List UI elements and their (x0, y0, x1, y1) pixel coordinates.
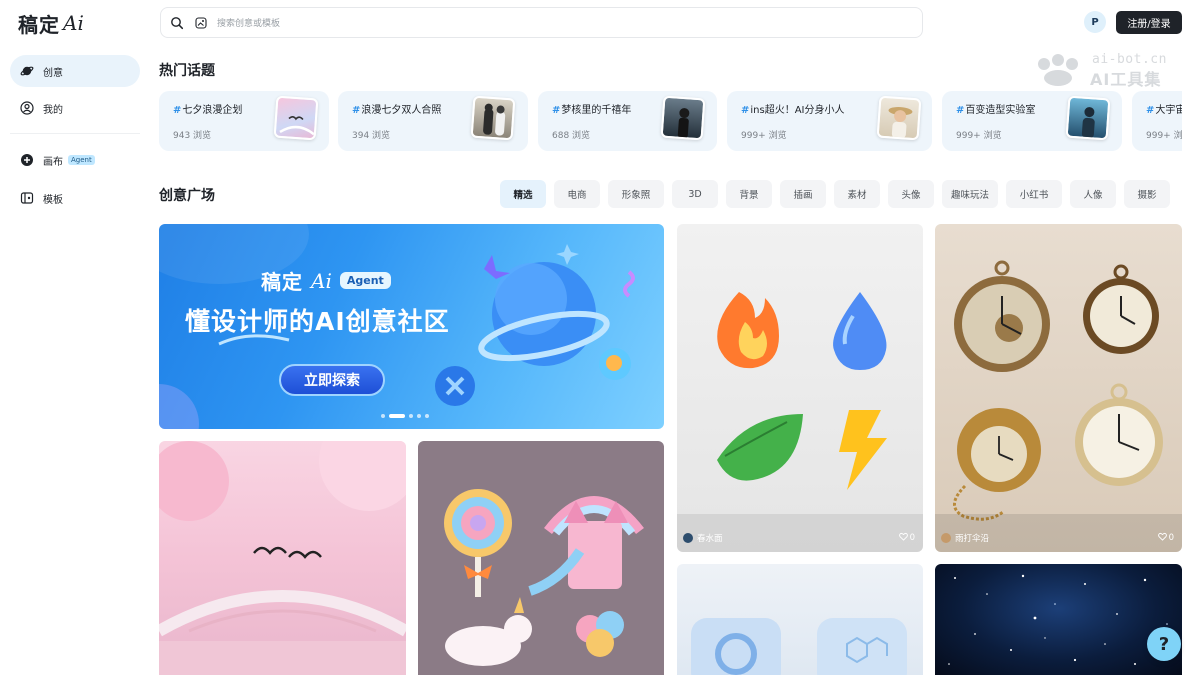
promo-banner[interactable]: 稿定 Ai Agent 懂设计师的AI创意社区 立即探索 (159, 224, 664, 429)
topic-card[interactable]: #大宇宙 999+ 浏览 (1132, 91, 1182, 151)
carousel-dot[interactable] (381, 414, 385, 418)
topic-thumbnail (1065, 95, 1111, 141)
banner-logo-text: 稿定 (261, 270, 303, 294)
gallery-image (691, 618, 907, 675)
tab-material[interactable]: 素材 (834, 180, 880, 208)
sidebar-item-templates[interactable]: 模板 (10, 182, 140, 214)
user-icon (20, 101, 34, 115)
sidebar-item-creative[interactable]: 创意 (10, 55, 140, 87)
topic-card[interactable]: #ins超火！AI分身小人 999+ 浏览 (727, 91, 932, 151)
sidebar-item-canvas[interactable]: 画布 Agent (10, 144, 140, 176)
sidebar: 稿定 Ai 创意 我的 画布 Agent 模板 (0, 0, 150, 675)
tab-people[interactable]: 人像 (1070, 180, 1116, 208)
like-button[interactable]: 0 (898, 532, 915, 544)
banner-logo-ai: Ai (311, 268, 332, 293)
sidebar-item-label: 画布 (43, 156, 63, 168)
carousel-dot[interactable] (417, 414, 421, 418)
banner-logo: 稿定 Ai Agent (261, 266, 391, 295)
gallery-card[interactable]: 春水面 0 (677, 224, 923, 552)
topic-card[interactable]: #百变造型实验室 999+ 浏览 (942, 91, 1122, 151)
search-bar[interactable] (160, 7, 923, 38)
paw-logo-icon (1038, 54, 1078, 86)
tab-illustration[interactable]: 插画 (780, 180, 826, 208)
gallery-image (948, 574, 1168, 665)
search-input[interactable] (217, 11, 922, 34)
gallery-image (159, 441, 406, 675)
card-author[interactable]: 春水面 (683, 532, 723, 544)
heart-icon (1157, 532, 1167, 544)
gallery-card[interactable] (418, 441, 664, 675)
sidebar-item-label: 我的 (43, 104, 63, 116)
gallery-card[interactable] (935, 564, 1182, 675)
plus-circle-icon (20, 153, 34, 167)
gallery-card[interactable] (677, 564, 923, 675)
hot-topics-list: #七夕浪漫企划 943 浏览 #浪漫七夕双人合照 394 浏览 #梦核里的千禧年… (159, 91, 1182, 151)
tab-portrait-photo[interactable]: 形象照 (608, 180, 664, 208)
tab-avatar[interactable]: 头像 (888, 180, 934, 208)
tab-featured[interactable]: 精选 (500, 180, 546, 208)
author-name: 雨打伞沿 (955, 534, 990, 544)
gallery-card[interactable] (159, 441, 406, 675)
app-logo[interactable]: 稿定 Ai (18, 8, 84, 38)
author-avatar (941, 533, 951, 543)
app-avatar-icon[interactable]: P (1084, 11, 1106, 33)
category-tabs: 精选 电商 形象照 3D 背景 插画 素材 头像 趣味玩法 小红书 人像 摄影 (500, 180, 1170, 208)
topic-title: #大宇宙 (1146, 105, 1182, 116)
explore-button[interactable]: 立即探索 (279, 364, 385, 396)
planet-icon (20, 64, 34, 78)
watermark-url: ai-bot.cn (1092, 52, 1167, 67)
logo-ai-mark: Ai (63, 11, 84, 35)
logo-text: 稿定 (18, 12, 60, 37)
login-button[interactable]: 注册/登录 (1116, 11, 1182, 34)
image-search-icon[interactable] (193, 15, 209, 31)
tab-ecommerce[interactable]: 电商 (554, 180, 600, 208)
author-avatar (683, 533, 693, 543)
help-button[interactable]: ? (1147, 627, 1181, 661)
watermark: ai-bot.cn AI工具集 (1030, 52, 1195, 89)
topic-thumbnail (470, 95, 516, 141)
like-count: 0 (1168, 533, 1174, 543)
author-name: 春水面 (697, 534, 723, 544)
card-footer: 春水面 0 (683, 532, 915, 544)
card-footer: 雨打伞沿 0 (941, 532, 1174, 544)
hot-topics-title: 热门话题 (159, 63, 215, 79)
heart-icon (898, 532, 908, 544)
sidebar-item-mine[interactable]: 我的 (10, 92, 140, 124)
sidebar-item-label: 创意 (43, 67, 63, 79)
gallery-image (935, 260, 1182, 552)
watermark-name: AI工具集 (1090, 70, 1162, 89)
tab-3d[interactable]: 3D (672, 180, 718, 208)
carousel-dot[interactable] (409, 414, 413, 418)
tab-photography[interactable]: 摄影 (1124, 180, 1170, 208)
topic-card[interactable]: #梦核里的千禧年 688 浏览 (538, 91, 717, 151)
like-button[interactable]: 0 (1157, 532, 1174, 544)
tab-xiaohongshu[interactable]: 小红书 (1006, 180, 1062, 208)
topic-thumbnail (273, 95, 319, 141)
tab-background[interactable]: 背景 (726, 180, 772, 208)
banner-agent-badge: Agent (339, 272, 391, 289)
banner-headline: 懂设计师的AI创意社区 (185, 307, 450, 336)
topic-thumbnail (660, 95, 706, 141)
gallery-card[interactable]: 雨打伞沿 0 (935, 224, 1182, 552)
carousel-dot-active[interactable] (389, 414, 405, 418)
agent-badge: Agent (68, 155, 95, 165)
card-author[interactable]: 雨打伞沿 (941, 532, 989, 544)
sidebar-item-label: 模板 (43, 194, 63, 206)
gallery-image (677, 292, 923, 552)
search-icon[interactable] (169, 15, 185, 31)
template-icon (20, 191, 34, 205)
carousel-dot[interactable] (425, 414, 429, 418)
tab-fun[interactable]: 趣味玩法 (942, 180, 998, 208)
gallery-image (444, 489, 644, 666)
like-count: 0 (909, 533, 915, 543)
carousel-dots[interactable] (381, 414, 429, 418)
app-root: 稿定 Ai 创意 我的 画布 Agent 模板 搜索创意或模板 P 注册/登录 … (0, 0, 1200, 675)
topic-views: 999+ 浏览 (1146, 131, 1182, 141)
topic-card[interactable]: #浪漫七夕双人合照 394 浏览 (338, 91, 528, 151)
topic-thumbnail (876, 95, 922, 141)
topic-card[interactable]: #七夕浪漫企划 943 浏览 (159, 91, 329, 151)
plaza-title: 创意广场 (159, 188, 215, 204)
sidebar-divider (10, 133, 140, 134)
